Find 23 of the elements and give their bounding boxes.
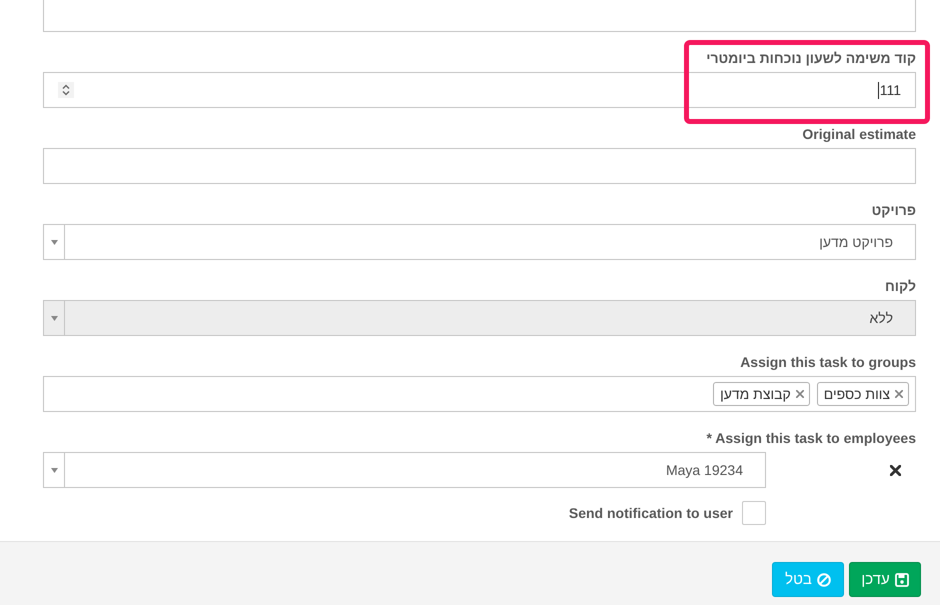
remove-icon[interactable] [895, 390, 903, 398]
field-label: * Assign this task to employees [706, 430, 916, 446]
spinner-icon[interactable] [58, 82, 74, 98]
clear-icon[interactable] [890, 464, 901, 476]
text-input[interactable] [43, 148, 916, 184]
number-input[interactable]: 111 [43, 72, 916, 108]
dropdown-select[interactable]: פרויקט מדען [43, 224, 916, 260]
caret-down-icon[interactable] [50, 468, 58, 472]
caret-down-icon[interactable] [50, 240, 58, 244]
field-label: קוד משימה לשעון נוכחות ביומטרי [706, 50, 916, 66]
tag-label: צוות כספים [824, 386, 890, 402]
remove-icon[interactable] [796, 390, 804, 398]
field-label: לקוח [884, 278, 916, 294]
checkbox-label: Send notification to user [568, 505, 733, 521]
tag-label: קבוצת מדען [720, 386, 791, 402]
field-label: Original estimate [802, 126, 916, 142]
ban-icon [816, 572, 831, 586]
tags-field[interactable]: צוות כספים קבוצת מדען [43, 376, 916, 412]
field-label: Assign this task to groups [740, 354, 916, 370]
field-label: פרויקט [872, 202, 916, 218]
checkbox[interactable] [742, 501, 766, 525]
dropdown-select[interactable]: Maya 19234 [43, 452, 766, 488]
text-input[interactable] [43, 0, 916, 32]
